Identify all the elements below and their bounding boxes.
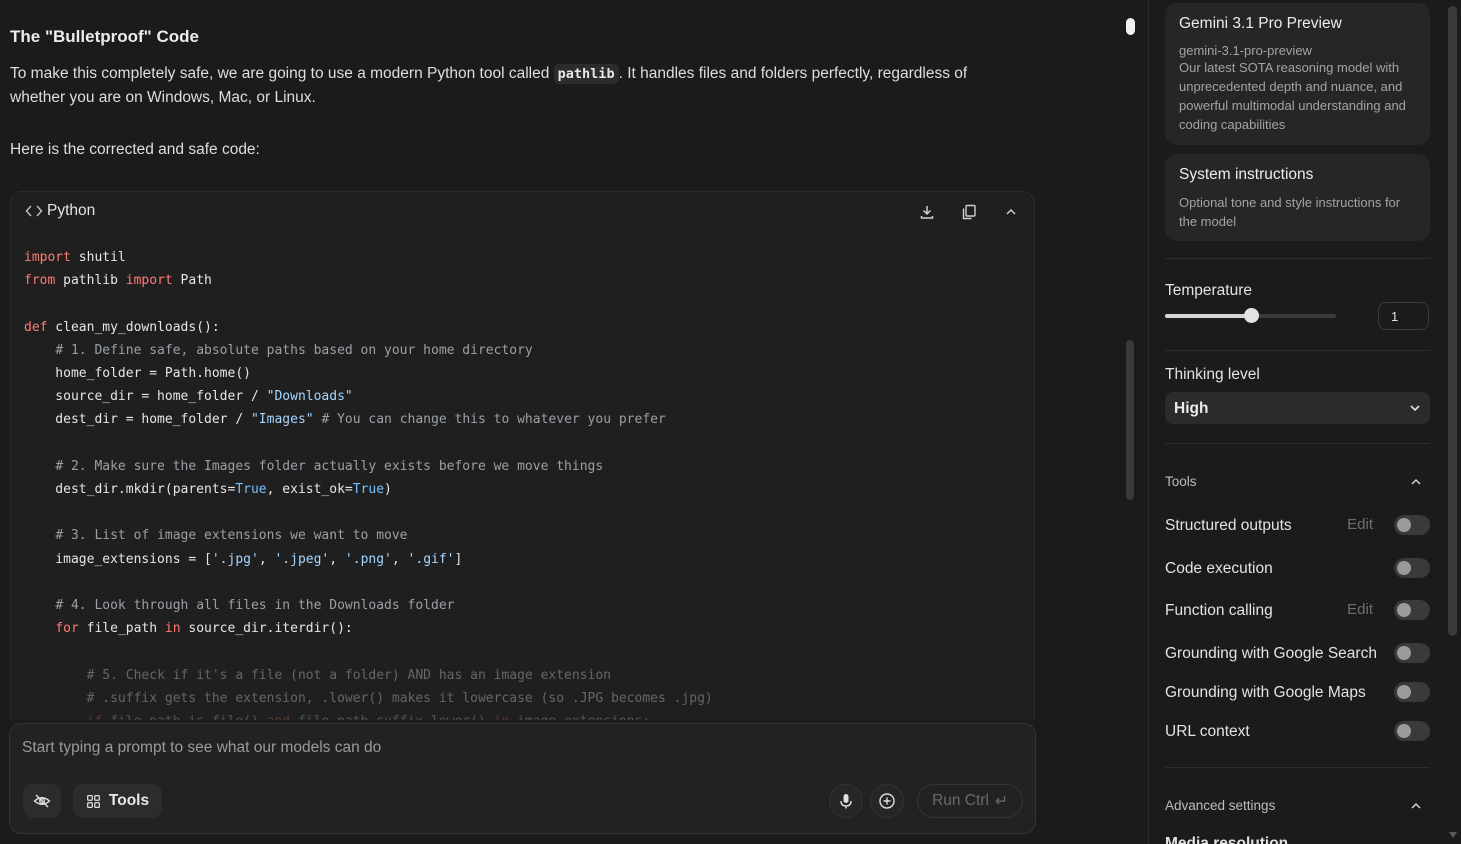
- code-execution-toggle[interactable]: [1394, 558, 1430, 578]
- divider: [1165, 350, 1430, 351]
- temperature-label: Temperature: [1165, 282, 1253, 299]
- enter-key-icon: ↵: [994, 792, 1008, 810]
- edit-link[interactable]: Edit: [1347, 601, 1373, 618]
- model-name: Gemini 3.1 Pro Preview: [1179, 15, 1342, 32]
- code-language-label: Python: [47, 202, 96, 219]
- microphone-icon: [840, 794, 852, 809]
- temperature-slider[interactable]: [1165, 308, 1336, 323]
- tools-button-label: Tools: [108, 792, 150, 809]
- chat-main-area: The "Bulletproof" Code To make this comp…: [0, 0, 1124, 844]
- chevron-up-icon: [1411, 478, 1421, 485]
- tool-row-function-calling: Function calling Edit: [1165, 598, 1430, 624]
- divider: [1165, 443, 1430, 444]
- tool-row-code-execution: Code execution: [1165, 556, 1430, 582]
- response-paragraph: To make this completely safe, we are goi…: [10, 62, 1010, 109]
- temperature-slider-handle[interactable]: [1243, 308, 1259, 323]
- copy-icon[interactable]: [957, 200, 981, 224]
- prompt-input[interactable]: [22, 736, 1012, 760]
- eye-off-icon: [33, 794, 51, 808]
- scroll-marker[interactable]: [1126, 18, 1135, 35]
- thinking-level-select[interactable]: High: [1165, 392, 1430, 424]
- tools-section-label: Tools: [1165, 474, 1197, 489]
- panel-scrollbar-thumb[interactable]: [1448, 6, 1457, 636]
- thinking-level-label: Thinking level: [1165, 366, 1260, 383]
- advanced-settings-label: Advanced settings: [1165, 798, 1276, 813]
- tool-label: Grounding with Google Maps: [1165, 684, 1366, 701]
- code-block: Python import shutil from pathlib import…: [10, 191, 1035, 720]
- add-media-button[interactable]: [870, 784, 904, 818]
- function-calling-toggle[interactable]: [1394, 600, 1430, 620]
- url-context-toggle[interactable]: [1394, 721, 1430, 741]
- inline-code: pathlib: [553, 64, 619, 84]
- grid-icon: [86, 794, 100, 808]
- tool-label: Function calling: [1165, 602, 1273, 619]
- tools-button[interactable]: Tools: [73, 784, 162, 818]
- divider: [1165, 767, 1430, 768]
- response-heading: The "Bulletproof" Code: [10, 27, 199, 46]
- media-resolution-label: Media resolution: [1165, 835, 1289, 844]
- tool-row-google-maps: Grounding with Google Maps: [1165, 680, 1430, 706]
- tool-label: Grounding with Google Search: [1165, 645, 1377, 662]
- main-scrollbar-thumb[interactable]: [1126, 340, 1134, 500]
- system-instructions-description: Optional tone and style instructions for…: [1179, 195, 1401, 229]
- tool-row-structured-outputs: Structured outputs Edit: [1165, 513, 1430, 539]
- scroll-down-arrow-icon[interactable]: [1448, 830, 1458, 840]
- temperature-slider-fill: [1165, 314, 1251, 318]
- run-button[interactable]: Run Ctrl ↵: [917, 784, 1023, 818]
- download-icon[interactable]: [915, 200, 939, 224]
- model-id: gemini-3.1-pro-preview: [1179, 43, 1312, 58]
- paragraph-text: To make this completely safe, we are goi…: [10, 65, 554, 82]
- edit-link[interactable]: Edit: [1347, 516, 1373, 533]
- microphone-button[interactable]: [829, 784, 863, 818]
- thinking-level-value: High: [1174, 400, 1209, 417]
- tool-label: URL context: [1165, 723, 1250, 740]
- run-button-label: Run Ctrl: [932, 792, 989, 809]
- response-paragraph: Here is the corrected and safe code:: [10, 141, 260, 158]
- chevron-up-icon: [1411, 802, 1421, 809]
- code-block-header: Python: [11, 192, 1034, 230]
- code-icon: [25, 203, 43, 219]
- prompt-box: Tools Run Ctrl ↵: [9, 723, 1036, 834]
- collapse-icon[interactable]: [999, 200, 1023, 224]
- code-content: import shutil from pathlib import Path d…: [24, 250, 713, 720]
- advanced-settings-header[interactable]: Advanced settings: [1165, 794, 1430, 818]
- plus-circle-icon: [879, 793, 895, 809]
- chevron-down-icon: [1410, 405, 1420, 412]
- tools-section-header[interactable]: Tools: [1165, 470, 1430, 494]
- privacy-toggle-button[interactable]: [23, 784, 61, 818]
- system-instructions-card[interactable]: System instructions Optional tone and st…: [1165, 154, 1430, 241]
- divider: [1165, 258, 1430, 259]
- tool-label: Structured outputs: [1165, 517, 1292, 534]
- model-response: The "Bulletproof" Code To make this comp…: [10, 0, 1035, 720]
- structured-outputs-toggle[interactable]: [1394, 515, 1430, 535]
- google-search-toggle[interactable]: [1394, 643, 1430, 663]
- google-maps-toggle[interactable]: [1394, 682, 1430, 702]
- temperature-input[interactable]: [1378, 302, 1429, 330]
- model-selector-card[interactable]: Gemini 3.1 Pro Preview gemini-3.1-pro-pr…: [1165, 3, 1430, 145]
- system-instructions-title: System instructions: [1179, 166, 1314, 183]
- tool-label: Code execution: [1165, 560, 1273, 577]
- tool-row-url-context: URL context: [1165, 719, 1430, 745]
- tool-row-google-search: Grounding with Google Search: [1165, 641, 1430, 667]
- run-settings-panel: Gemini 3.1 Pro Preview gemini-3.1-pro-pr…: [1148, 0, 1461, 844]
- model-description: Our latest SOTA reasoning model with unp…: [1179, 60, 1406, 132]
